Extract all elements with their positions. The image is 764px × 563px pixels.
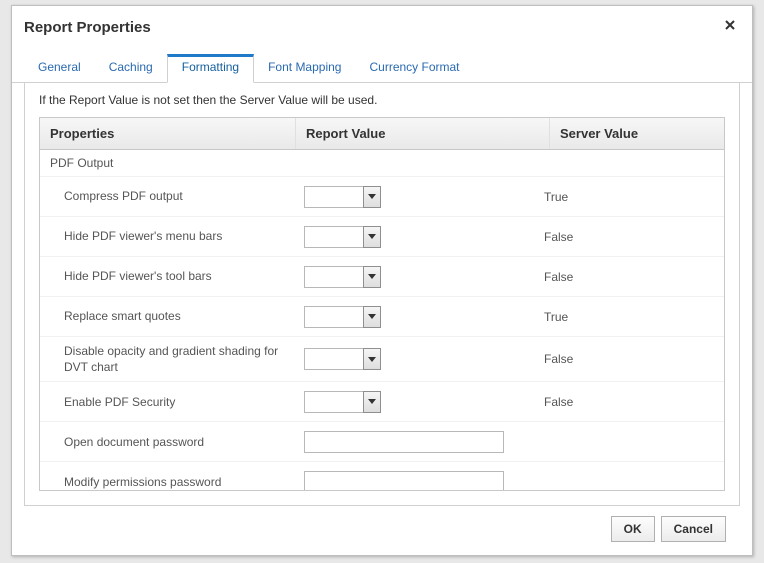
table-row: Enable PDF Security False [40, 382, 724, 422]
tab-caching[interactable]: Caching [95, 54, 167, 83]
ok-button[interactable]: OK [611, 516, 655, 542]
grid-header-row: Properties Report Value Server Value [40, 118, 724, 150]
server-value: True [534, 304, 724, 330]
prop-label: Disable opacity and gradient shading for… [40, 337, 296, 381]
chevron-down-icon[interactable] [363, 266, 381, 288]
tab-formatting[interactable]: Formatting [167, 54, 254, 83]
dialog-footer: OK Cancel [24, 506, 740, 542]
table-row: Open document password [40, 422, 724, 462]
tab-general[interactable]: General [24, 54, 95, 83]
report-value-select[interactable] [304, 226, 381, 248]
report-value-select[interactable] [304, 266, 381, 288]
col-header-server-value: Server Value [550, 118, 724, 149]
close-icon[interactable] [720, 16, 740, 38]
chevron-down-icon[interactable] [363, 226, 381, 248]
prop-label: Hide PDF viewer's tool bars [40, 262, 296, 290]
cancel-button[interactable]: Cancel [661, 516, 726, 542]
report-value-input[interactable] [304, 266, 364, 288]
prop-label: Enable PDF Security [40, 388, 296, 416]
tab-bar: General Caching Formatting Font Mapping … [12, 40, 752, 83]
tab-content: If the Report Value is not set then the … [24, 83, 740, 506]
report-value-input[interactable] [304, 348, 364, 370]
table-row: Hide PDF viewer's menu bars False [40, 217, 724, 257]
server-value: False [534, 389, 724, 415]
server-value: False [534, 346, 724, 372]
server-value: False [534, 264, 724, 290]
table-row: Replace smart quotes True [40, 297, 724, 337]
report-value-input[interactable] [304, 306, 364, 328]
grid-scroll-area[interactable]: PDF Output Compress PDF output True Hide… [40, 150, 724, 490]
report-value-select[interactable] [304, 348, 381, 370]
table-row: Hide PDF viewer's tool bars False [40, 257, 724, 297]
server-value [534, 436, 724, 448]
chevron-down-icon[interactable] [363, 186, 381, 208]
report-value-input[interactable] [304, 226, 364, 248]
server-value [534, 476, 724, 488]
server-value: True [534, 184, 724, 210]
server-value: False [534, 224, 724, 250]
hint-text: If the Report Value is not set then the … [39, 93, 725, 107]
tab-currency-format[interactable]: Currency Format [355, 54, 473, 83]
dialog-title: Report Properties [24, 19, 151, 36]
report-value-input[interactable] [304, 186, 364, 208]
chevron-down-icon[interactable] [363, 348, 381, 370]
report-value-select[interactable] [304, 306, 381, 328]
report-value-select[interactable] [304, 186, 381, 208]
prop-label: Modify permissions password [40, 468, 296, 490]
properties-grid: Properties Report Value Server Value PDF… [39, 117, 725, 491]
section-pdf-output: PDF Output [40, 150, 724, 177]
table-row: Modify permissions password [40, 462, 724, 490]
report-value-select[interactable] [304, 391, 381, 413]
report-properties-dialog: Report Properties General Caching Format… [11, 5, 753, 556]
col-header-properties: Properties [40, 118, 296, 149]
chevron-down-icon[interactable] [363, 306, 381, 328]
dialog-header: Report Properties [12, 6, 752, 40]
report-value-text[interactable] [304, 471, 504, 490]
tab-font-mapping[interactable]: Font Mapping [254, 54, 355, 83]
chevron-down-icon[interactable] [363, 391, 381, 413]
prop-label: Hide PDF viewer's menu bars [40, 222, 296, 250]
col-header-report-value: Report Value [296, 118, 550, 149]
report-value-input[interactable] [304, 391, 364, 413]
prop-label: Replace smart quotes [40, 302, 296, 330]
prop-label: Open document password [40, 428, 296, 456]
table-row: Disable opacity and gradient shading for… [40, 337, 724, 382]
report-value-text[interactable] [304, 431, 504, 453]
prop-label: Compress PDF output [40, 182, 296, 210]
table-row: Compress PDF output True [40, 177, 724, 217]
